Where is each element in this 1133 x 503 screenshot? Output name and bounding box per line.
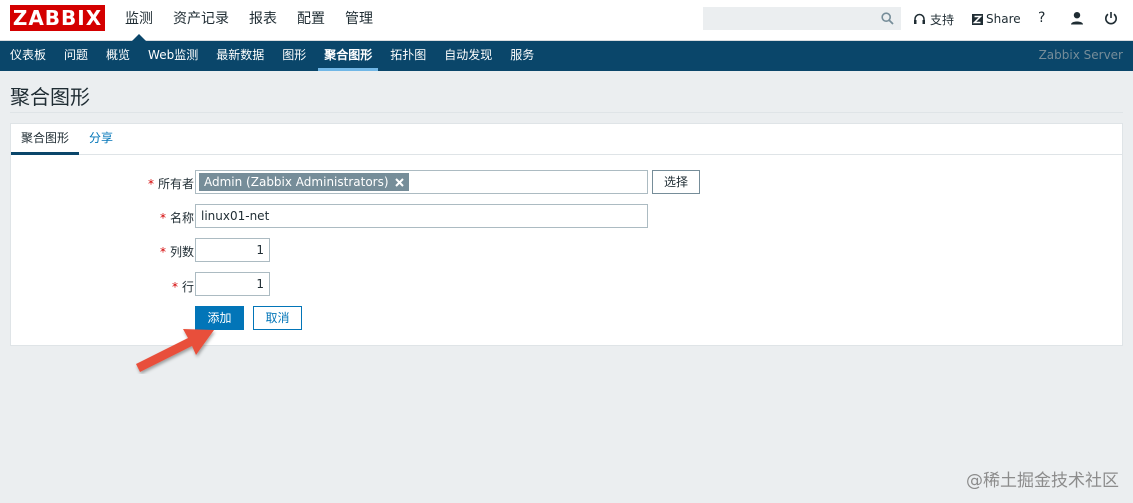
user-profile-icon[interactable] — [1070, 11, 1084, 25]
support-link[interactable]: 支持 — [913, 11, 954, 28]
owner-multiselect[interactable]: Admin (Zabbix Administrators) — [195, 170, 648, 194]
subnav-problems[interactable]: 问题 — [58, 41, 94, 71]
headset-icon — [914, 13, 925, 24]
title-divider — [10, 112, 1123, 113]
tab-sharing[interactable]: 分享 — [79, 124, 123, 155]
sub-nav-items: 仪表板 问题 概览 Web监测 最新数据 图形 聚合图形 拓扑图 自动发现 服务 — [0, 41, 540, 71]
sub-nav: 仪表板 问题 概览 Web监测 最新数据 图形 聚合图形 拓扑图 自动发现 服务… — [0, 41, 1133, 71]
rows-input[interactable] — [195, 272, 270, 296]
rows-label: * 行 — [171, 280, 194, 294]
share-link[interactable]: Share — [972, 12, 1021, 26]
cancel-button[interactable]: 取消 — [253, 306, 302, 330]
subnav-maps[interactable]: 拓扑图 — [384, 41, 432, 71]
share-z-icon — [972, 13, 984, 25]
subnav-services[interactable]: 服务 — [504, 41, 540, 71]
nav-inventory[interactable]: 资产记录 — [163, 0, 239, 41]
required-mark: * — [171, 280, 178, 294]
zabbix-logo[interactable]: ZABBIX — [10, 5, 105, 31]
nav-administration[interactable]: 管理 — [335, 0, 383, 41]
subnav-latest-data[interactable]: 最新数据 — [210, 41, 270, 71]
subnav-overview[interactable]: 概览 — [100, 41, 136, 71]
annotation-arrow-icon — [136, 329, 214, 372]
owner-chip-label: Admin (Zabbix Administrators) — [204, 175, 389, 189]
name-input[interactable] — [195, 204, 648, 228]
share-label: Share — [986, 12, 1021, 26]
header-links: 支持 Share — [913, 0, 1021, 38]
required-mark: * — [159, 211, 166, 225]
subnav-dashboard[interactable]: 仪表板 — [4, 41, 52, 71]
select-owner-button[interactable]: 选择 — [652, 170, 700, 194]
close-icon[interactable] — [394, 177, 404, 187]
columns-input[interactable] — [195, 238, 270, 262]
watermark: @稀土掘金技术社区 — [966, 471, 1119, 491]
nav-reports[interactable]: 报表 — [239, 0, 287, 41]
search-icon[interactable] — [881, 12, 894, 25]
nav-configuration[interactable]: 配置 — [287, 0, 335, 41]
owner-label: * 所有者 — [147, 177, 194, 191]
tab-screen[interactable]: 聚合图形 — [11, 124, 80, 155]
nav-monitoring[interactable]: 监测 — [115, 0, 163, 41]
server-name: Zabbix Server — [1038, 48, 1123, 62]
support-label: 支持 — [930, 12, 955, 27]
page-title: 聚合图形 — [10, 85, 90, 109]
main-nav: 监测 资产记录 报表 配置 管理 — [115, 0, 383, 41]
subnav-web[interactable]: Web监测 — [142, 41, 204, 71]
help-icon[interactable]: ? — [1038, 11, 1048, 25]
owner-chip: Admin (Zabbix Administrators) — [199, 173, 409, 191]
subnav-graphs[interactable]: 图形 — [276, 41, 312, 71]
name-label: * 名称 — [159, 211, 194, 225]
required-mark: * — [159, 245, 166, 259]
required-mark: * — [147, 177, 154, 191]
form-panel: 聚合图形 分享 * 所有者 Admin (Zabbix Administrator… — [10, 123, 1123, 346]
form-tabs: 聚合图形 分享 — [11, 124, 1122, 155]
top-header: ZABBIX 监测 资产记录 报表 配置 管理 支持 Share ? — [0, 0, 1133, 41]
subnav-screens[interactable]: 聚合图形 — [318, 41, 379, 71]
search-box — [703, 7, 901, 30]
columns-label: * 列数 — [159, 245, 194, 259]
logout-power-icon[interactable] — [1104, 11, 1118, 25]
search-input[interactable] — [704, 8, 874, 29]
subnav-discovery[interactable]: 自动发现 — [438, 41, 498, 71]
